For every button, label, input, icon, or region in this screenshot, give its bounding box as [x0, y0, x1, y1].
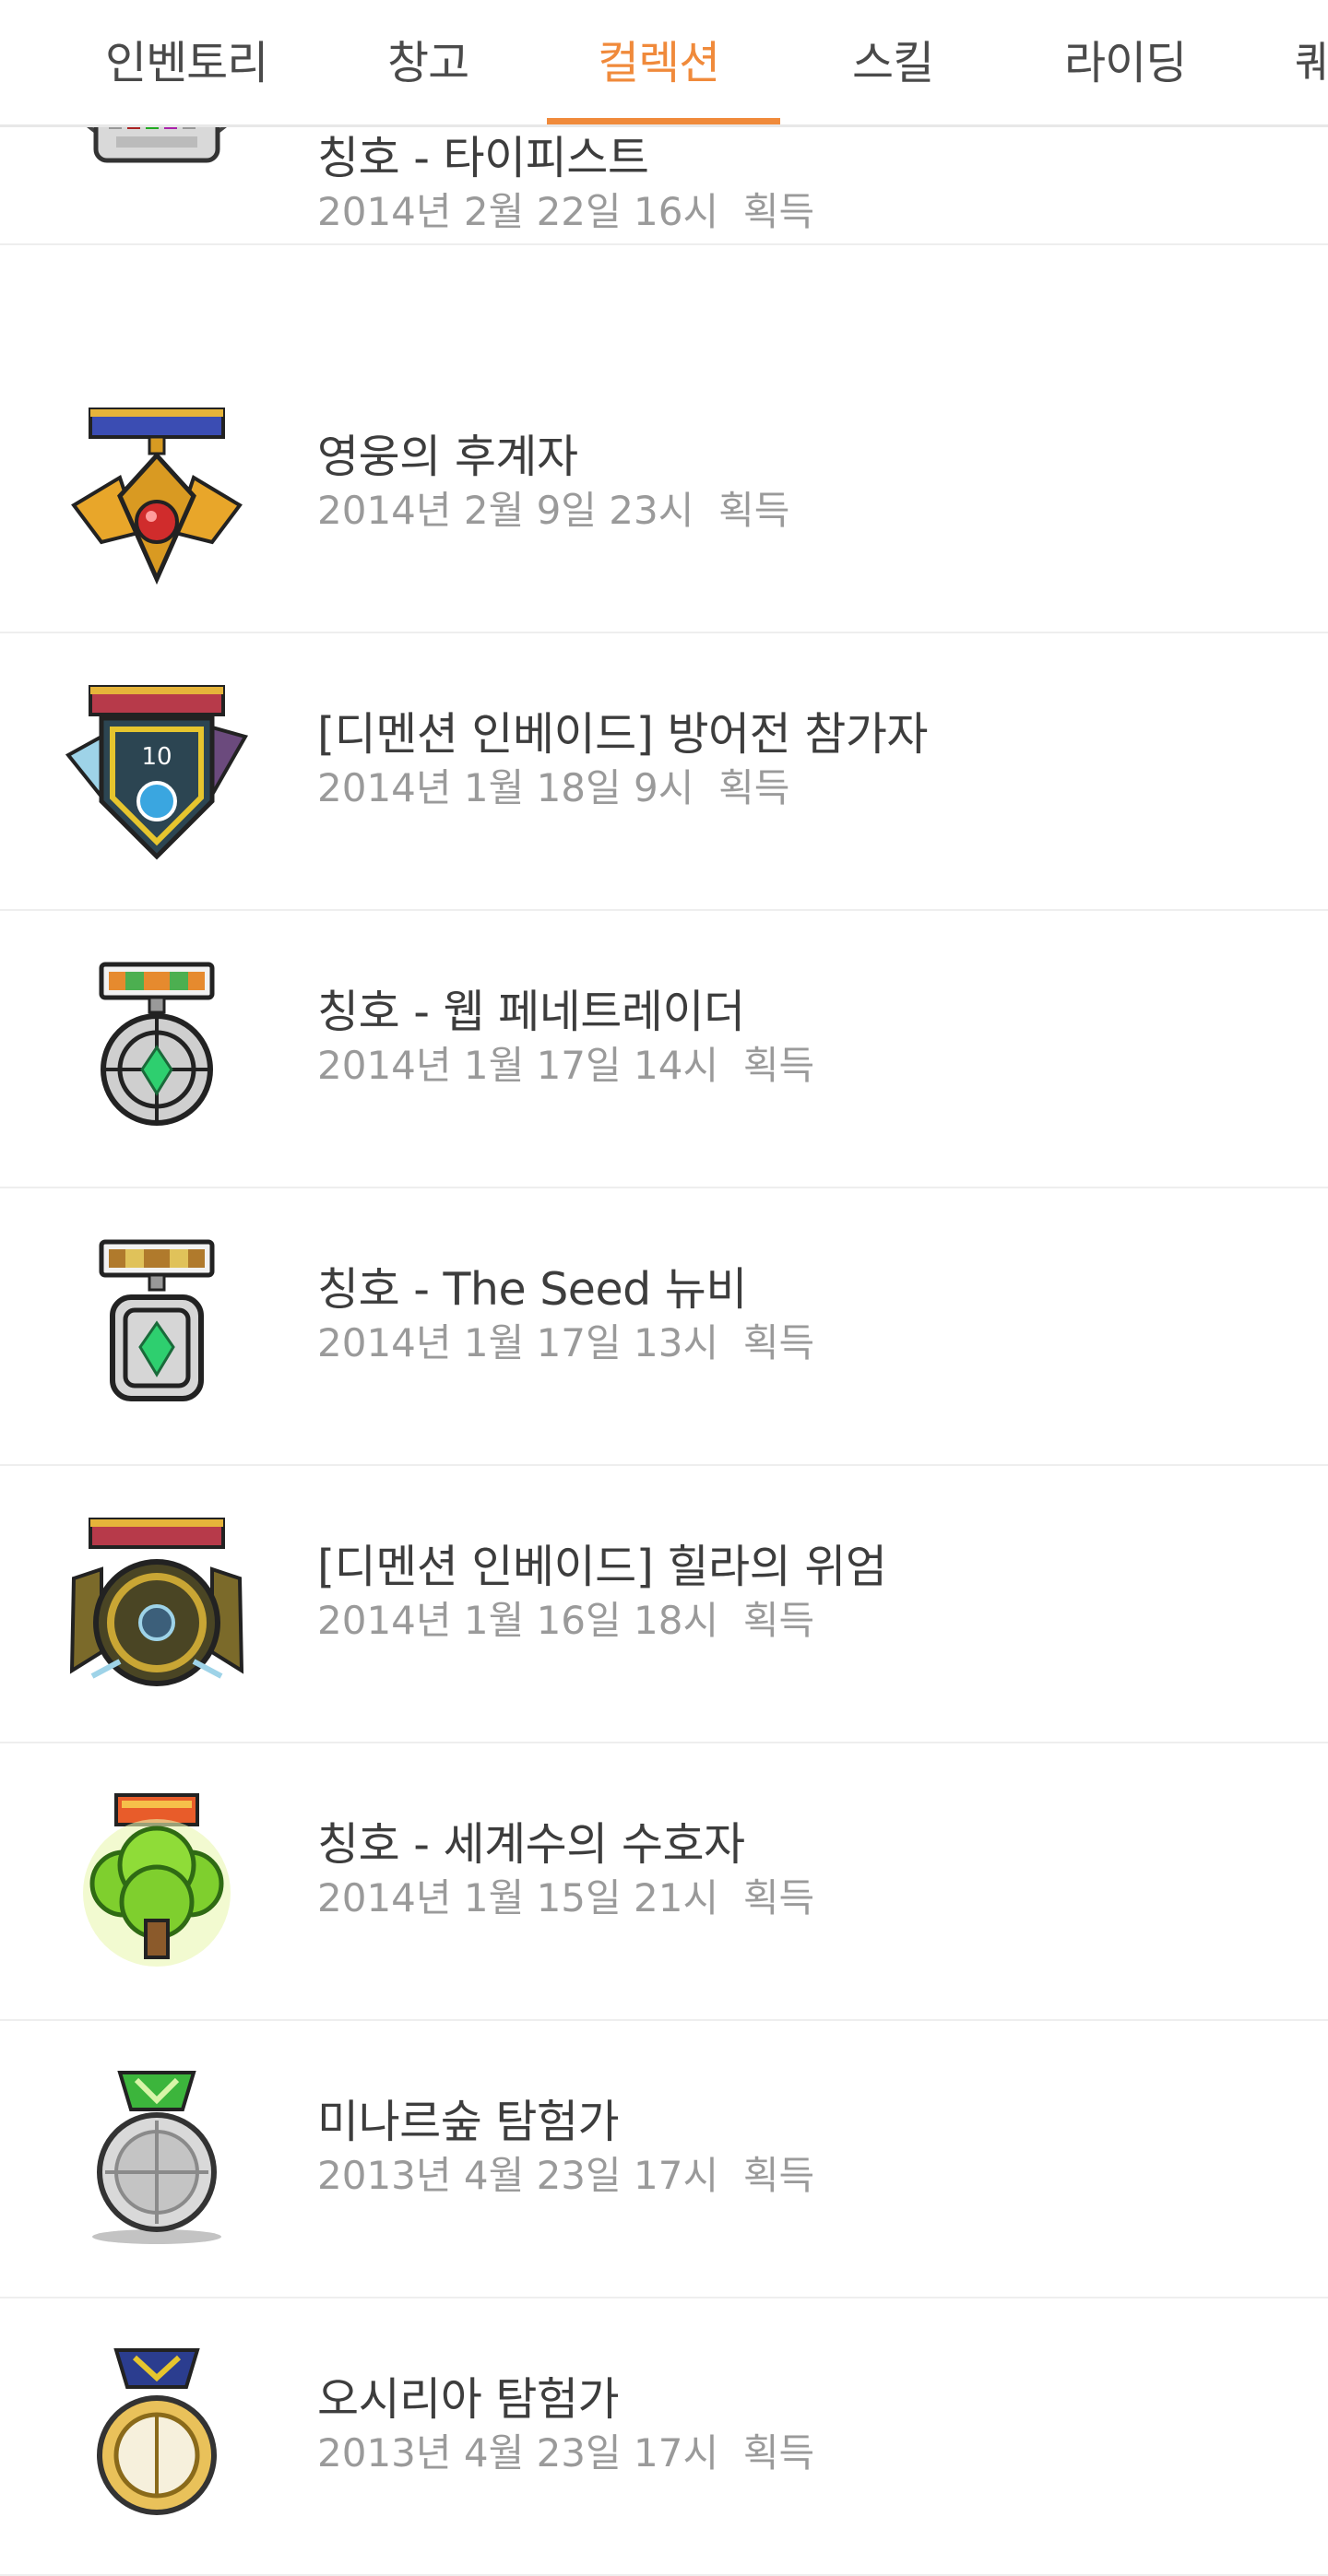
hero-successor-medal-icon [71, 408, 243, 585]
tab-riding[interactable]: 라이딩 [1064, 0, 1187, 124]
item-status: 획득 [742, 1598, 815, 1643]
the-seed-newbie-medal-icon [99, 1239, 215, 1401]
item-status: 획득 [718, 765, 790, 810]
list-item[interactable]: 10 [디멘션 인베이드] 방어전 참가자 2014년 1월 18일 9시 획득 [0, 633, 1328, 911]
tab-collection[interactable]: 컬렉션 [598, 0, 720, 124]
list-item[interactable]: 칭호 - 세계수의 수호자 2014년 1월 15일 21시 획득 [0, 1743, 1328, 2021]
tab-inventory[interactable]: 인벤토리 [105, 0, 268, 124]
tab-quest[interactable]: 퀘 [1295, 0, 1328, 124]
item-status: 획득 [742, 1043, 815, 1088]
minar-forest-explorer-medal-icon [92, 2071, 221, 2244]
item-status: 획득 [742, 1875, 815, 1920]
item-date: 2013년 4월 23일 17시 획득 [317, 2430, 815, 2476]
item-date: 2014년 2월 22일 16시 획득 [317, 189, 815, 234]
item-title: 칭호 - 타이피스트 [317, 132, 649, 184]
item-title: 칭호 - The Seed 뉴비 [317, 1263, 747, 1316]
web-penetrator-medal-icon [99, 962, 215, 1126]
item-status: 획득 [742, 1320, 815, 1365]
hilla-dignity-medal-icon [69, 1518, 244, 1686]
item-date: 2014년 1월 16일 18시 획득 [317, 1598, 815, 1643]
tab-skill[interactable]: 스킬 [852, 0, 934, 124]
item-title: 영웅의 후계자 [317, 431, 578, 483]
list-item[interactable]: 영웅의 후계자 2014년 2월 9일 23시 획득 [0, 356, 1328, 633]
item-title: [디멘션 인베이드] 방어전 참가자 [317, 708, 929, 761]
tab-storage[interactable]: 창고 [387, 0, 469, 124]
item-title: [디멘션 인베이드] 힐라의 위엄 [317, 1541, 887, 1593]
item-title: 오시리아 탐험가 [317, 2373, 620, 2426]
world-tree-guardian-medal-icon [83, 1793, 231, 1967]
svg-text:10: 10 [141, 743, 172, 771]
list-item[interactable]: 칭호 - 웹 페네트레이더 2014년 1월 17일 14시 획득 [0, 911, 1328, 1188]
list-item[interactable]: [디멘션 인베이드] 힐라의 위엄 2014년 1월 16일 18시 획득 [0, 1466, 1328, 1743]
item-status: 획득 [742, 2430, 815, 2476]
list-item[interactable]: 오시리아 탐험가 2013년 4월 23일 17시 획득 [0, 2298, 1328, 2576]
item-date: 2014년 1월 15일 21시 획득 [317, 1875, 815, 1920]
list-item[interactable]: 칭호 - The Seed 뉴비 2014년 1월 17일 13시 획득 [0, 1188, 1328, 1466]
item-status: 획득 [742, 189, 815, 234]
item-date: 2014년 1월 17일 13시 획득 [317, 1320, 815, 1365]
item-title: 미나르숲 탐험가 [317, 2096, 620, 2148]
dimension-defense-medal-icon: 10 [65, 685, 249, 860]
item-date: 2014년 2월 9일 23시 획득 [317, 488, 790, 533]
active-tab-indicator [547, 118, 780, 124]
tab-bar: 인벤토리 창고 컬렉션 스킬 라이딩 퀘 [0, 0, 1328, 127]
ossyria-explorer-medal-icon [97, 2348, 217, 2515]
item-title: 칭호 - 웹 페네트레이더 [317, 986, 745, 1038]
item-status: 획득 [718, 488, 790, 533]
list-item[interactable]: 미나르숲 탐험가 2013년 4월 23일 17시 획득 [0, 2021, 1328, 2298]
item-date: 2014년 1월 17일 14시 획득 [317, 1043, 815, 1088]
item-date: 2014년 1월 18일 9시 획득 [317, 765, 790, 810]
item-date: 2013년 4월 23일 17시 획득 [317, 2153, 815, 2198]
item-status: 획득 [742, 2153, 815, 2198]
item-title: 칭호 - 세계수의 수호자 [317, 1818, 745, 1871]
